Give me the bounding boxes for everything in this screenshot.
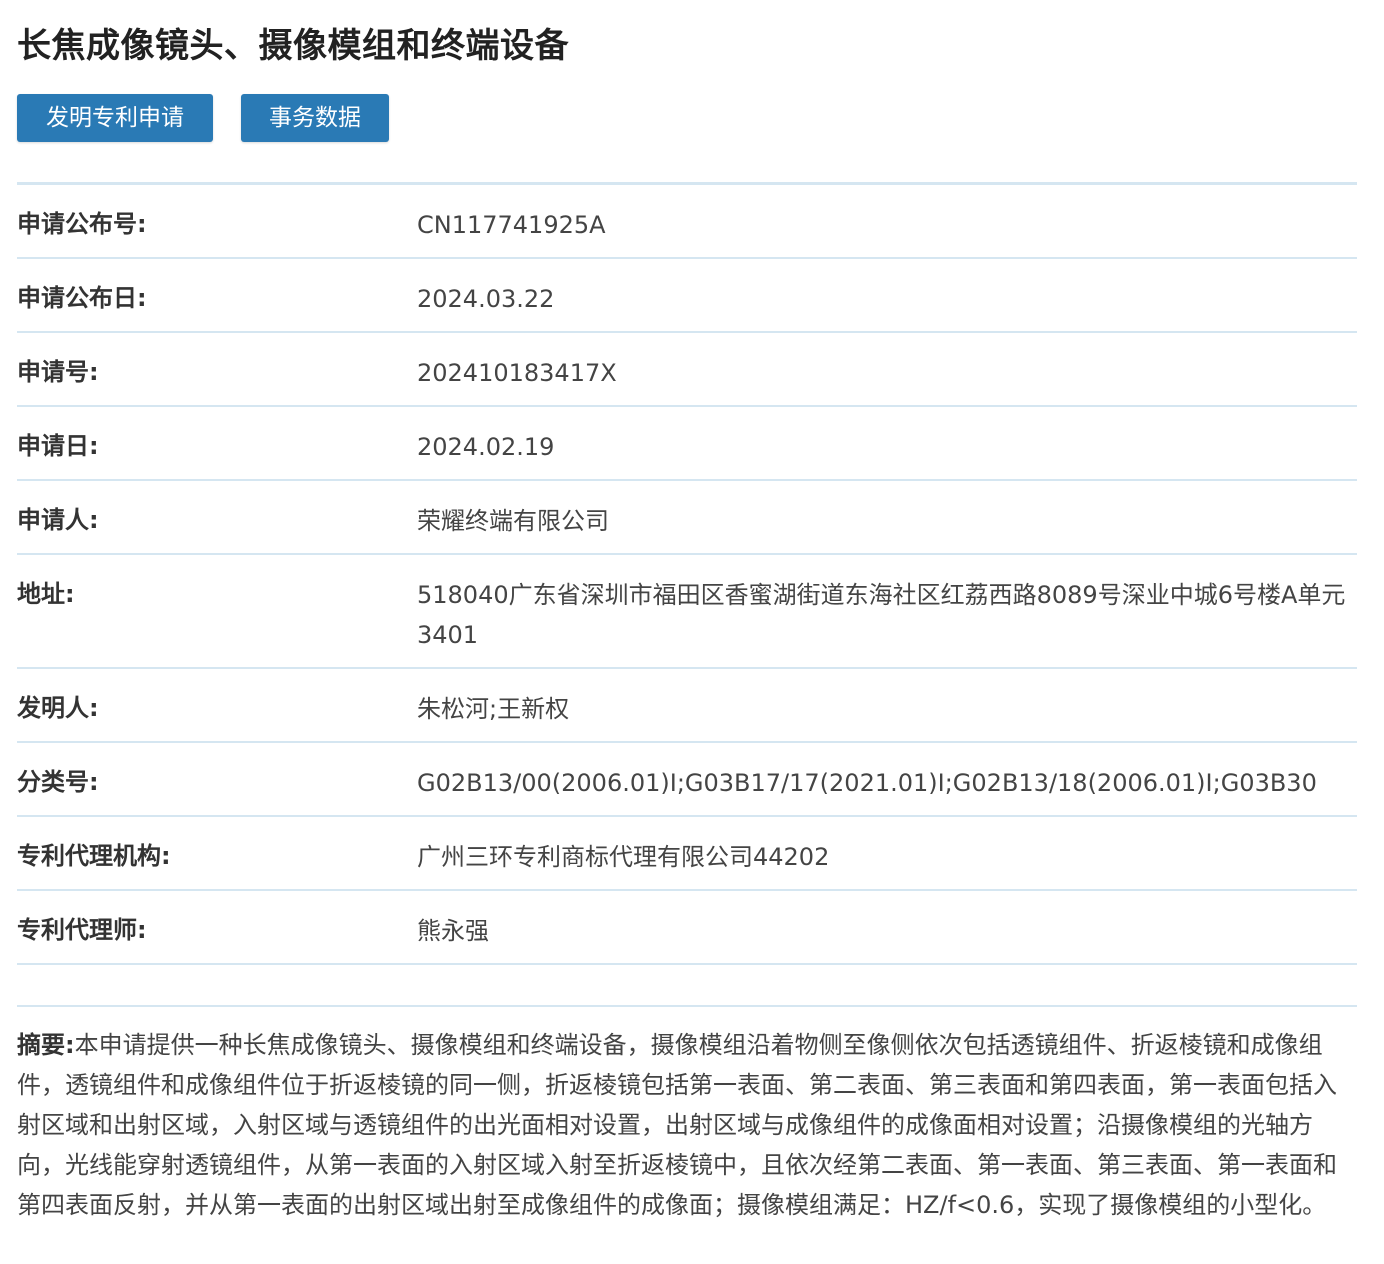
- field-value: CN117741925A: [417, 211, 606, 239]
- field-label: 地址:: [17, 580, 75, 608]
- field-value: 朱松河;王新权: [417, 695, 570, 723]
- info-row-address: 地址: 518040广东省深圳市福田区香蜜湖街道东海社区红荔西路8089号深业中…: [17, 555, 1357, 669]
- field-label: 申请日:: [17, 432, 99, 460]
- info-row-patent-agent: 专利代理师: 熊永强: [17, 891, 1357, 965]
- field-label: 专利代理师:: [17, 916, 147, 944]
- field-value: 518040广东省深圳市福田区香蜜湖街道东海社区红荔西路8089号深业中城6号楼…: [417, 581, 1346, 649]
- field-value: G02B13/00(2006.01)I;G03B17/17(2021.01)I;…: [417, 769, 1317, 797]
- info-row-applicant: 申请人: 荣耀终端有限公司: [17, 481, 1357, 555]
- abstract-text: 本申请提供一种长焦成像镜头、摄像模组和终端设备，摄像模组沿着物侧至像侧依次包括透…: [17, 1031, 1337, 1219]
- field-label: 分类号:: [17, 768, 99, 796]
- abstract-label: 摘要:: [17, 1031, 75, 1059]
- patent-detail-page: 长焦成像镜头、摄像模组和终端设备 发明专利申请 事务数据 申请公布号: CN11…: [0, 0, 1384, 1264]
- info-row-patent-agency: 专利代理机构: 广州三环专利商标代理有限公司44202: [17, 817, 1357, 891]
- field-value: 广州三环专利商标代理有限公司44202: [417, 843, 830, 871]
- field-value: 2024.03.22: [417, 285, 555, 313]
- patent-info-table: 申请公布号: CN117741925A 申请公布日: 2024.03.22 申请…: [17, 182, 1357, 965]
- field-value: 2024.02.19: [417, 433, 555, 461]
- field-value: 熊永强: [417, 917, 489, 945]
- field-label: 专利代理机构:: [17, 842, 171, 870]
- info-row-application-number: 申请号: 202410183417X: [17, 333, 1357, 407]
- field-label: 发明人:: [17, 694, 99, 722]
- info-row-classification: 分类号: G02B13/00(2006.01)I;G03B17/17(2021.…: [17, 743, 1357, 817]
- page-title: 长焦成像镜头、摄像模组和终端设备: [17, 26, 569, 66]
- invention-patent-application-button[interactable]: 发明专利申请: [17, 94, 213, 142]
- affairs-data-button[interactable]: 事务数据: [241, 94, 389, 142]
- info-row-application-date: 申请日: 2024.02.19: [17, 407, 1357, 481]
- abstract-section: 摘要:本申请提供一种长焦成像镜头、摄像模组和终端设备，摄像模组沿着物侧至像侧依次…: [17, 1005, 1357, 1225]
- field-label: 申请公布日:: [17, 284, 147, 312]
- info-row-publication-number: 申请公布号: CN117741925A: [17, 185, 1357, 259]
- field-value: 202410183417X: [417, 359, 617, 387]
- info-row-inventors: 发明人: 朱松河;王新权: [17, 669, 1357, 743]
- info-row-publication-date: 申请公布日: 2024.03.22: [17, 259, 1357, 333]
- field-label: 申请公布号:: [17, 210, 147, 238]
- field-label: 申请号:: [17, 358, 99, 386]
- field-value: 荣耀终端有限公司: [417, 507, 609, 535]
- field-label: 申请人:: [17, 506, 99, 534]
